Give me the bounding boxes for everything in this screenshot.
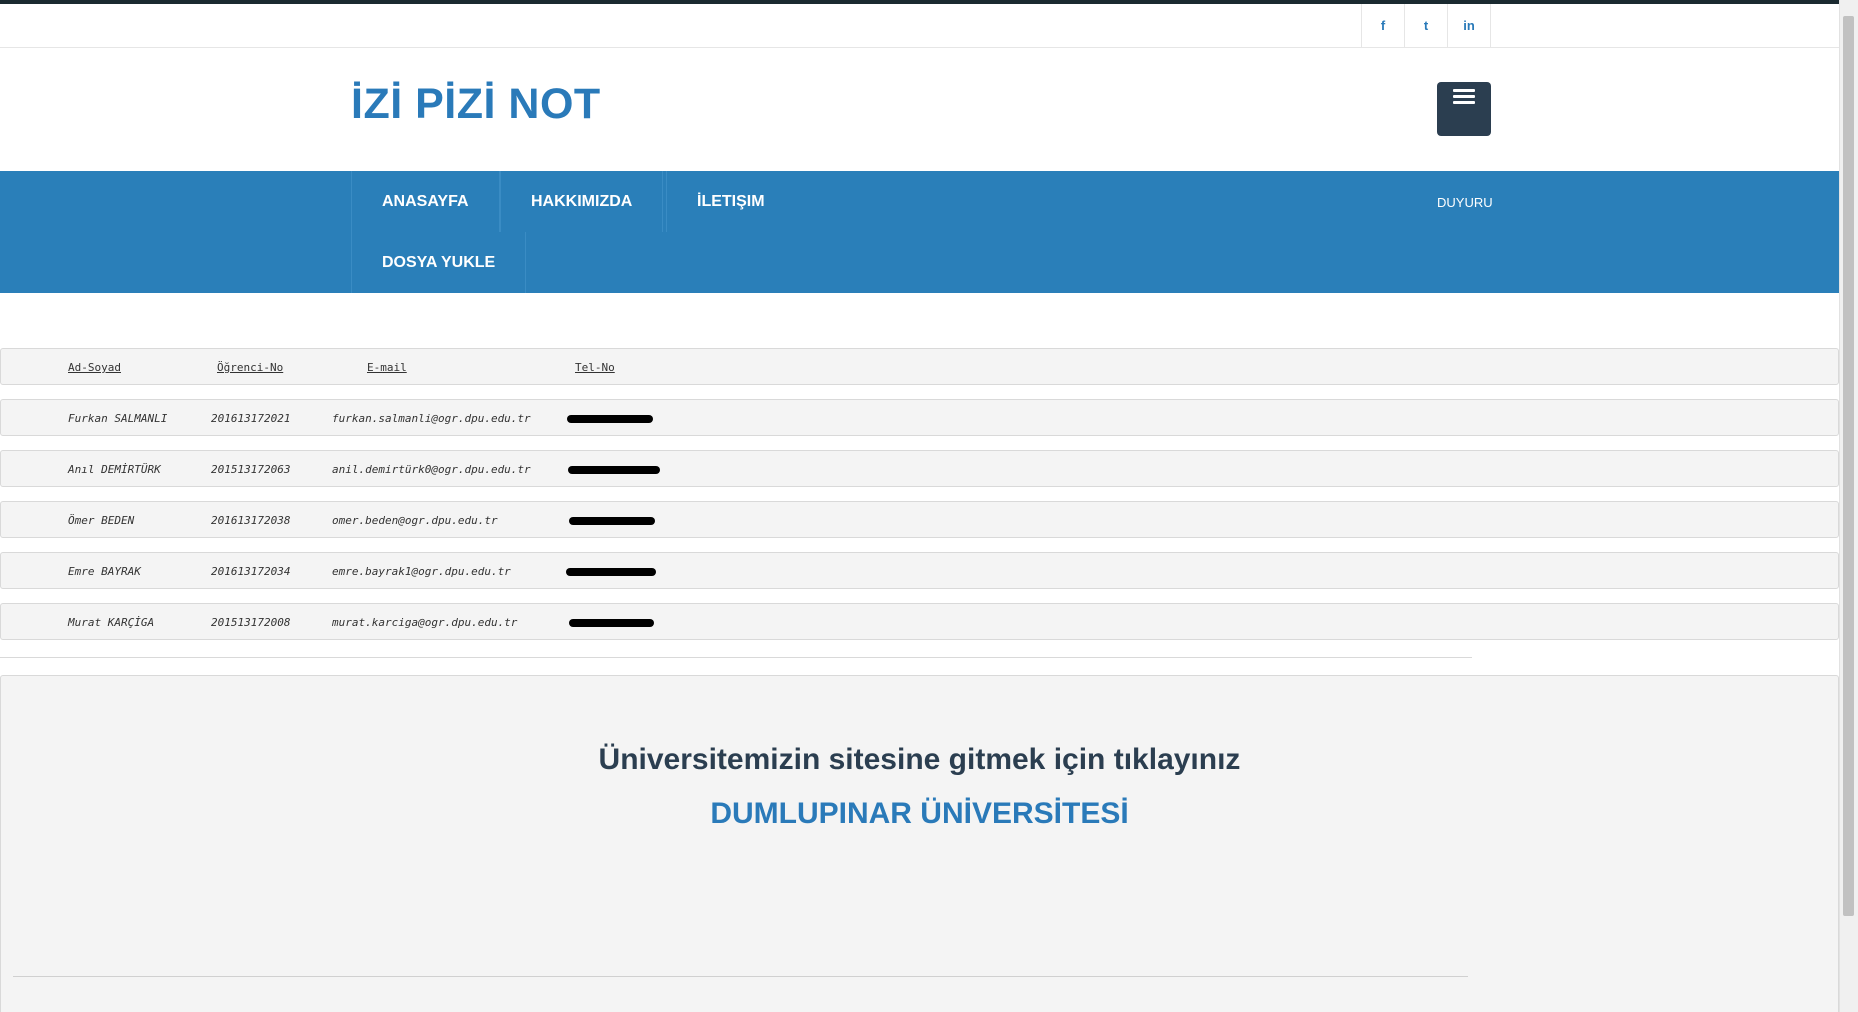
cell-email: omer.beden@ogr.dpu.edu.tr [332, 514, 498, 527]
social-links: f t in [1361, 4, 1491, 47]
cell-name: Ömer BEDEN [68, 514, 135, 527]
table-header-row: Ad-Soyad Öğrenci-No E-mail Tel-No [0, 348, 1839, 385]
nav-anasayfa[interactable]: ANASAYFA [351, 171, 500, 232]
facebook-icon[interactable]: f [1361, 4, 1404, 47]
header-email[interactable]: E-mail [367, 349, 407, 386]
divider [0, 657, 1472, 658]
site-logo[interactable]: İZİ PİZİ NOT [351, 80, 601, 129]
header-ad-soyad[interactable]: Ad-Soyad [68, 349, 121, 386]
cell-email: furkan.salmanli@ogr.dpu.edu.tr [332, 412, 531, 425]
table-row: Ömer BEDEN 201613172038 omer.beden@ogr.d… [0, 501, 1839, 538]
university-link[interactable]: DUMLUPINAR ÜNİVERSİTESİ [1, 797, 1838, 831]
footer-panel: Üniversitemizin sitesine gitmek için tık… [0, 675, 1839, 1012]
hamburger-icon [1453, 89, 1475, 136]
cell-name: Emre BAYRAK [68, 565, 141, 578]
nav-hakkimizda[interactable]: HAKKIMIZDA [500, 171, 664, 232]
table-row: Murat KARÇİGA 201513172008 murat.karciga… [0, 603, 1839, 640]
cell-student-no: 201513172008 [211, 616, 291, 629]
table-row: Anıl DEMİRTÜRK 201513172063 anil.demirtü… [0, 450, 1839, 487]
cell-name: Furkan SALMANLI [68, 412, 168, 425]
cell-student-no: 201613172038 [211, 514, 291, 527]
cell-student-no: 201513172063 [211, 463, 291, 476]
header-tel-no[interactable]: Tel-No [575, 349, 615, 386]
cell-email: murat.karciga@ogr.dpu.edu.tr [332, 616, 518, 629]
nav-dosya-yukle[interactable]: DOSYA YUKLE [351, 232, 527, 293]
cell-email: emre.bayrak1@ogr.dpu.edu.tr [332, 565, 511, 578]
nav-duyuru[interactable]: DUYURU [1437, 195, 1493, 210]
menu-toggle-button[interactable] [1437, 82, 1491, 136]
page: f t in İZİ PİZİ NOT ANASAYFA HAKKIMIZDA … [0, 0, 1840, 1012]
twitter-icon[interactable]: t [1404, 4, 1447, 47]
cell-name: Anıl DEMİRTÜRK [68, 463, 161, 476]
table-row: Emre BAYRAK 201613172034 emre.bayrak1@og… [0, 552, 1839, 589]
footer-divider [13, 976, 1468, 977]
cell-student-no: 201613172021 [211, 412, 291, 425]
header-ogrenci-no[interactable]: Öğrenci-No [217, 349, 283, 386]
main-navbar: ANASAYFA HAKKIMIZDA İLETIŞIM DOSYA YUKLE… [0, 171, 1840, 293]
redacted-phone [566, 568, 656, 576]
vertical-scrollbar[interactable] [1839, 0, 1858, 1012]
scrollbar-thumb[interactable] [1843, 16, 1854, 916]
cell-name: Murat KARÇİGA [68, 616, 155, 629]
linkedin-icon[interactable]: in [1447, 4, 1491, 47]
top-bar: f t in [0, 4, 1840, 48]
cell-email: anil.demirtürk0@ogr.dpu.edu.tr [332, 463, 531, 476]
redacted-phone [568, 466, 660, 474]
redacted-phone [567, 415, 653, 423]
footer-text: Üniversitemizin sitesine gitmek için tık… [598, 743, 1241, 776]
redacted-phone [569, 517, 655, 525]
student-table: Ad-Soyad Öğrenci-No E-mail Tel-No Furkan… [0, 348, 1840, 654]
cell-student-no: 201613172034 [211, 565, 291, 578]
nav-iletisim[interactable]: İLETIŞIM [666, 171, 795, 232]
table-row: Furkan SALMANLI 201613172021 furkan.salm… [0, 399, 1839, 436]
redacted-phone [569, 619, 654, 627]
